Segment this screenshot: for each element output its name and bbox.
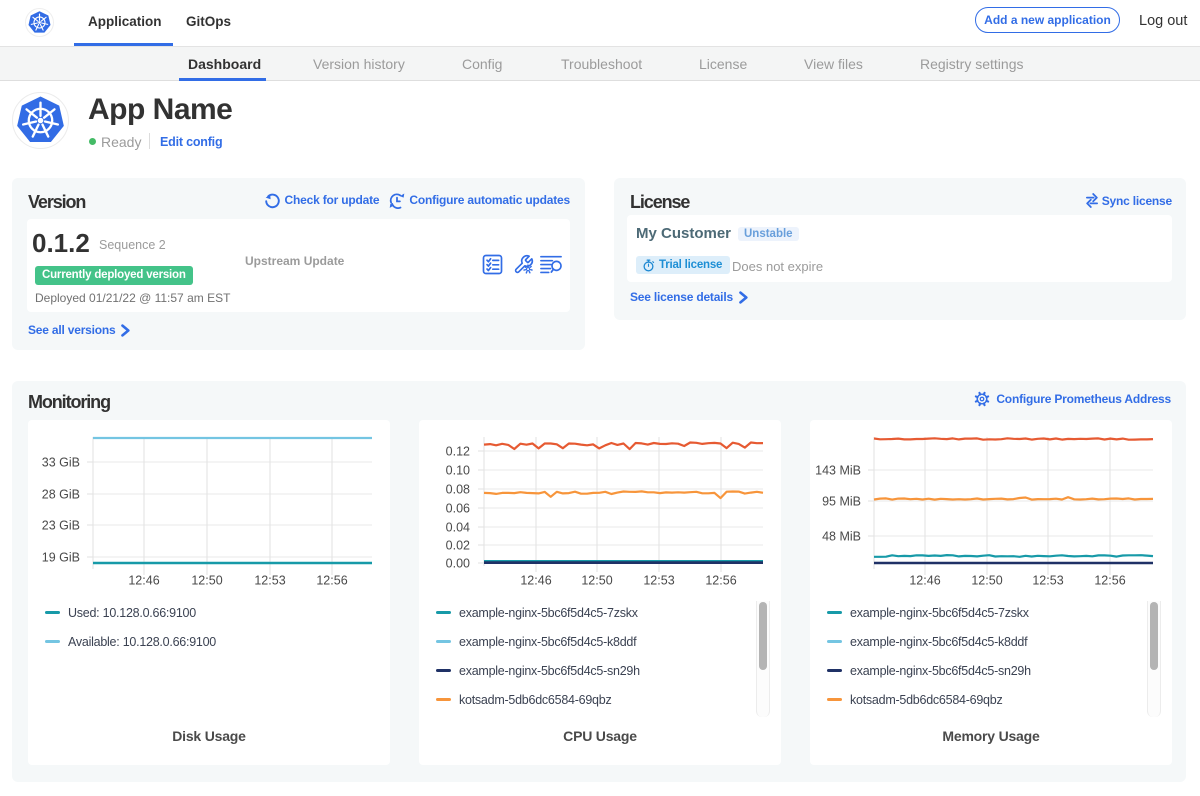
- svg-text:19 GiB: 19 GiB: [42, 551, 80, 565]
- svg-text:0.12: 0.12: [446, 445, 470, 459]
- svg-text:12:46: 12:46: [909, 574, 940, 588]
- svg-text:0.02: 0.02: [446, 539, 470, 553]
- svg-text:12:53: 12:53: [643, 574, 674, 588]
- svg-text:12:50: 12:50: [971, 574, 1002, 588]
- svg-text:12:46: 12:46: [128, 574, 159, 588]
- svg-text:23 GiB: 23 GiB: [42, 519, 80, 533]
- svg-text:12:46: 12:46: [520, 574, 551, 588]
- svg-text:12:56: 12:56: [1094, 574, 1125, 588]
- svg-text:12:50: 12:50: [581, 574, 612, 588]
- svg-text:33 GiB: 33 GiB: [42, 456, 80, 470]
- svg-text:12:50: 12:50: [191, 574, 222, 588]
- svg-text:12:56: 12:56: [316, 574, 347, 588]
- svg-text:0.04: 0.04: [446, 521, 470, 535]
- svg-text:0.08: 0.08: [446, 483, 470, 497]
- svg-text:95 MiB: 95 MiB: [822, 495, 861, 509]
- svg-text:0.10: 0.10: [446, 464, 470, 478]
- svg-text:12:53: 12:53: [254, 574, 285, 588]
- svg-text:12:56: 12:56: [705, 574, 736, 588]
- svg-text:48 MiB: 48 MiB: [822, 530, 861, 544]
- svg-text:0.00: 0.00: [446, 557, 470, 571]
- svg-text:143 MiB: 143 MiB: [815, 464, 861, 478]
- svg-text:0.06: 0.06: [446, 502, 470, 516]
- svg-text:28 GiB: 28 GiB: [42, 488, 80, 502]
- svg-text:12:53: 12:53: [1032, 574, 1063, 588]
